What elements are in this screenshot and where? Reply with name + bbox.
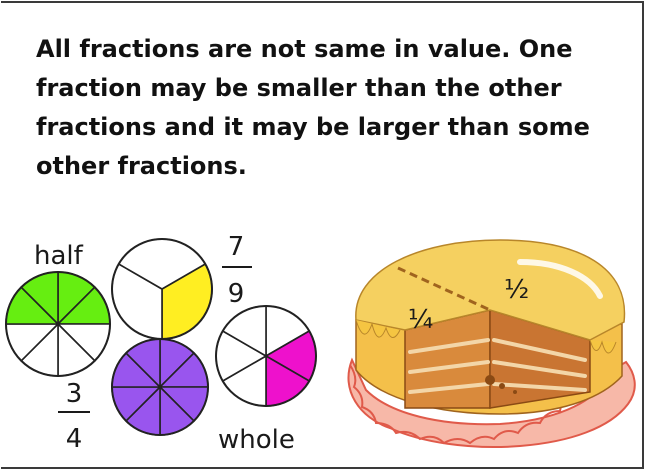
- label-three-den: 4: [66, 424, 83, 454]
- fractions-illustration: half 7 9 3 4 whole ¼ ½: [5, 232, 636, 455]
- cake-crumb: [499, 383, 505, 389]
- label-seven-den: 9: [228, 279, 245, 309]
- circle-third: [111, 238, 213, 340]
- label-seven-num: 7: [228, 232, 245, 262]
- label-three-num: 3: [66, 379, 83, 409]
- cake-illustration: [347, 239, 636, 449]
- cake-label-half: ½: [504, 275, 529, 305]
- circle-sixth: [215, 305, 317, 407]
- cake-crumb: [485, 375, 495, 385]
- cake-label-quarter: ¼: [408, 305, 433, 335]
- circle-sixth-slices: [215, 305, 317, 407]
- circle-whole-slices: [111, 338, 209, 436]
- circle-half: [5, 271, 111, 377]
- circle-half-slices: [5, 271, 111, 377]
- label-half: half: [34, 241, 84, 271]
- cake-crumb: [513, 390, 517, 394]
- circle-whole: [111, 338, 209, 436]
- label-whole: whole: [218, 425, 295, 455]
- circle-third-slices: [111, 238, 213, 340]
